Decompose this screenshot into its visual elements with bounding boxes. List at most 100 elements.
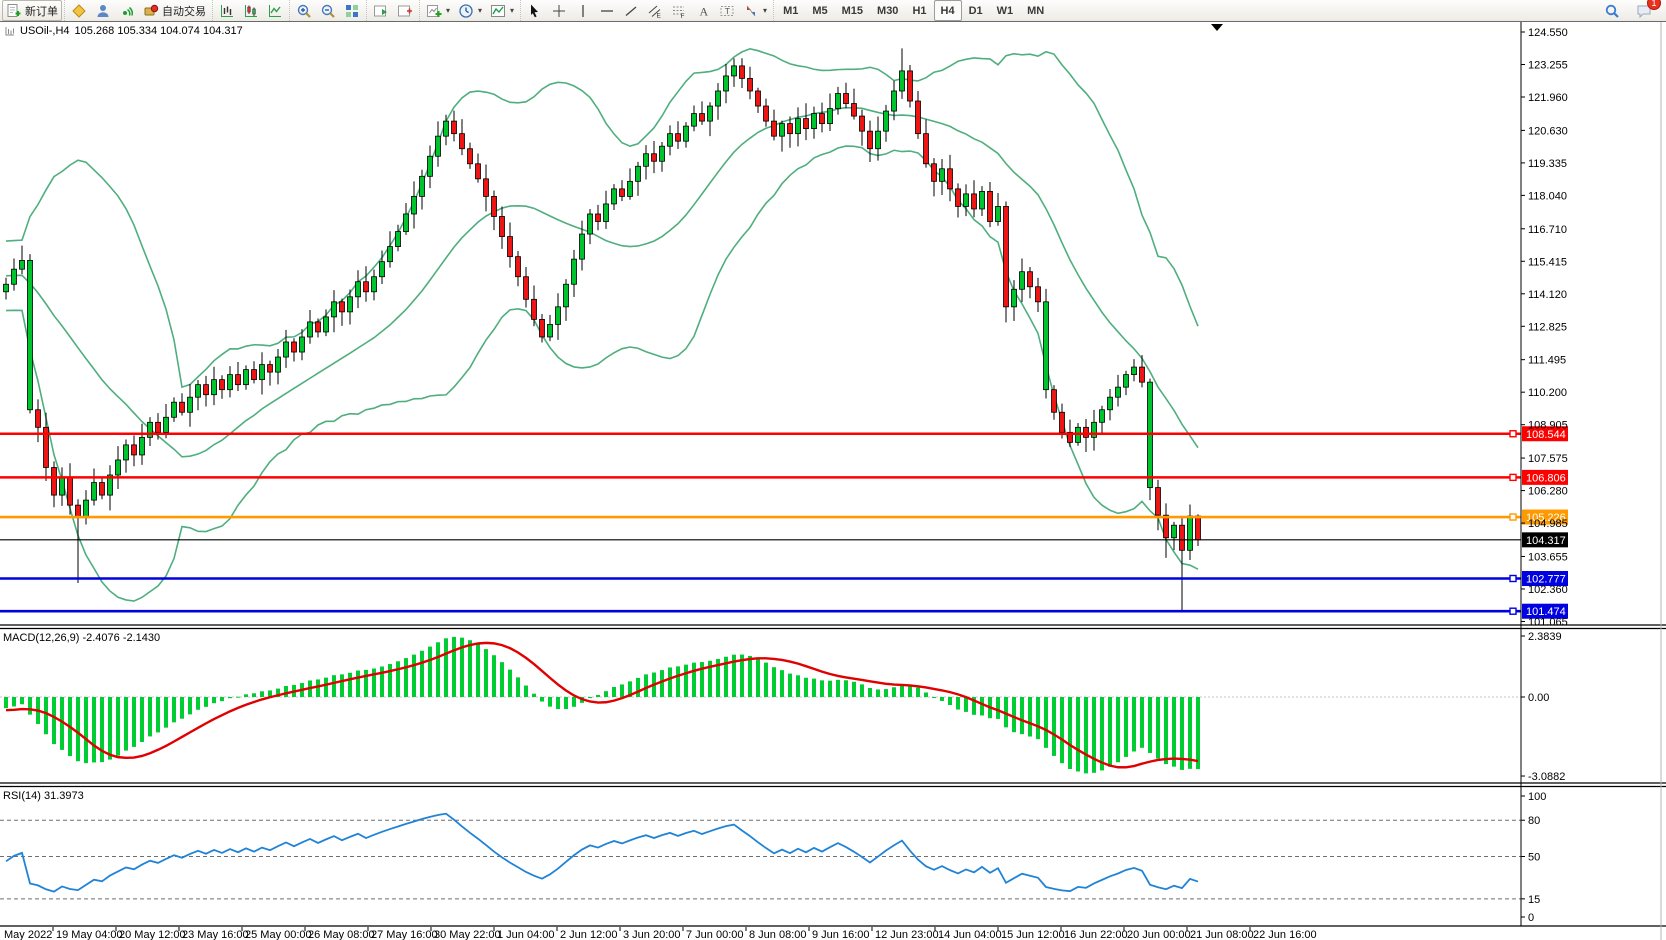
candle-body (732, 66, 737, 76)
time-tick-label: 1 Jun 04:00 (497, 929, 555, 940)
line-handle[interactable] (1510, 608, 1516, 614)
candle-body (404, 214, 409, 232)
horizontal-line-icon (599, 3, 615, 19)
candle-body (452, 121, 457, 134)
candle-body (356, 282, 361, 297)
time-tick-label: 7 Jun 00:00 (686, 929, 744, 940)
candle-body (28, 260, 33, 409)
vertical-line-button[interactable] (571, 0, 595, 21)
arrows-button[interactable]: ▾ (739, 0, 771, 21)
macd-histogram-bar (652, 673, 656, 697)
candle-body (572, 259, 577, 284)
candle-body (596, 214, 601, 222)
macd-histogram-bar (276, 689, 280, 697)
search-button[interactable] (1600, 0, 1624, 21)
period-selector-button[interactable]: ▾ (454, 0, 486, 21)
time-tick-label: 8 Jun 08:00 (749, 929, 807, 940)
macd-histogram-bar (684, 665, 688, 697)
macd-histogram-bar (260, 691, 264, 697)
auto-trading-icon (143, 3, 159, 19)
timeframe-mn-button[interactable]: MN (1020, 0, 1051, 21)
price-axis[interactable]: 124.550123.255121.960120.630119.335118.0… (1521, 27, 1568, 924)
candle-body (860, 116, 865, 131)
horizontal-line-button[interactable] (595, 0, 619, 21)
tile-windows-button[interactable] (340, 0, 364, 21)
crosshair-button[interactable] (547, 0, 571, 21)
equidistant-channel-button[interactable]: E (643, 0, 667, 21)
timeframe-d1-button[interactable]: D1 (962, 0, 990, 21)
auto-trading-button[interactable]: 自动交易 (139, 0, 210, 21)
community-button[interactable] (91, 0, 115, 21)
macd-histogram-bar (932, 697, 936, 698)
time-axis[interactable]: May 202219 May 04:0020 May 12:0023 May 1… (4, 927, 1317, 940)
timeframe-h1-button[interactable]: H1 (905, 0, 933, 21)
time-tick-label: 19 May 04:00 (56, 929, 123, 940)
candle-body (548, 324, 553, 337)
macd-histogram-bar (708, 661, 712, 697)
candle-body (1108, 397, 1113, 410)
macd-histogram-bar (788, 674, 792, 697)
candlestick-chart-button[interactable] (239, 0, 263, 21)
price-tick-label: 116.710 (1528, 224, 1567, 236)
macd-histogram-bar (84, 697, 88, 763)
indicators-button[interactable]: ▾ (486, 0, 518, 21)
macd-histogram-bar (228, 697, 232, 698)
macd-histogram-bar (12, 697, 16, 706)
macd-histogram-bar (52, 697, 56, 744)
time-tick-label: 20 May 12:00 (119, 929, 186, 940)
trendline-button[interactable] (619, 0, 643, 21)
macd-histogram-bar (804, 678, 808, 697)
timeframe-m30-button[interactable]: M30 (870, 0, 905, 21)
macd-histogram-bar (892, 687, 896, 697)
bollinger-band-upper (6, 49, 1198, 387)
scroll-to-end-marker[interactable] (1211, 24, 1223, 31)
macd-histogram-bar (132, 697, 136, 747)
line-handle[interactable] (1510, 514, 1516, 520)
timeframe-w1-button[interactable]: W1 (990, 0, 1021, 21)
macd-histogram-bar (524, 686, 528, 697)
macd-histogram-bar (420, 651, 424, 697)
macd-histogram-bar (1132, 697, 1136, 751)
auto-scroll-button[interactable] (369, 0, 393, 21)
candle-body (844, 93, 849, 103)
candle-body (12, 269, 17, 284)
bar-chart-button[interactable] (215, 0, 239, 21)
macd-histogram-bar (412, 655, 416, 697)
timeframe-m1-button[interactable]: M1 (776, 0, 805, 21)
macd-histogram-bar (116, 697, 120, 756)
candle-body (788, 124, 793, 134)
timeframe-m5-button[interactable]: M5 (805, 0, 834, 21)
candle-body (796, 119, 801, 134)
new-order-button[interactable]: 新订单 (2, 0, 62, 21)
cursor-button[interactable] (523, 0, 547, 21)
notifications-button[interactable]: 1 (1632, 0, 1656, 21)
line-handle[interactable] (1510, 431, 1516, 437)
candle-body (564, 284, 569, 307)
market-watch-button[interactable] (67, 0, 91, 21)
macd-histogram-bar (500, 662, 504, 697)
macd-histogram-bar (1108, 697, 1112, 767)
toolbar-group-scroll (366, 0, 419, 21)
macd-histogram-bar (716, 659, 720, 697)
timeframe-h4-button[interactable]: H4 (934, 0, 962, 21)
candle-body (828, 109, 833, 124)
bollinger-bands (6, 49, 1198, 601)
text-label-button[interactable]: T (715, 0, 739, 21)
timeframe-m15-button[interactable]: M15 (835, 0, 870, 21)
signals-button[interactable] (115, 0, 139, 21)
text-button[interactable]: A (691, 0, 715, 21)
fibonacci-button[interactable]: F (667, 0, 691, 21)
line-handle[interactable] (1510, 474, 1516, 480)
chart-shift-button[interactable] (393, 0, 417, 21)
price-tick-label: 108.905 (1528, 420, 1568, 432)
candle-body (708, 106, 713, 121)
zoom-in-button[interactable] (292, 0, 316, 21)
line-chart-icon (267, 3, 283, 19)
line-chart-button[interactable] (263, 0, 287, 21)
chevron-down-icon: ▾ (763, 6, 767, 15)
new-chart-button[interactable]: ▾ (422, 0, 454, 21)
zoom-out-button[interactable] (316, 0, 340, 21)
line-handle[interactable] (1510, 576, 1516, 582)
candle-body (388, 247, 393, 262)
text-icon: A (695, 3, 711, 19)
